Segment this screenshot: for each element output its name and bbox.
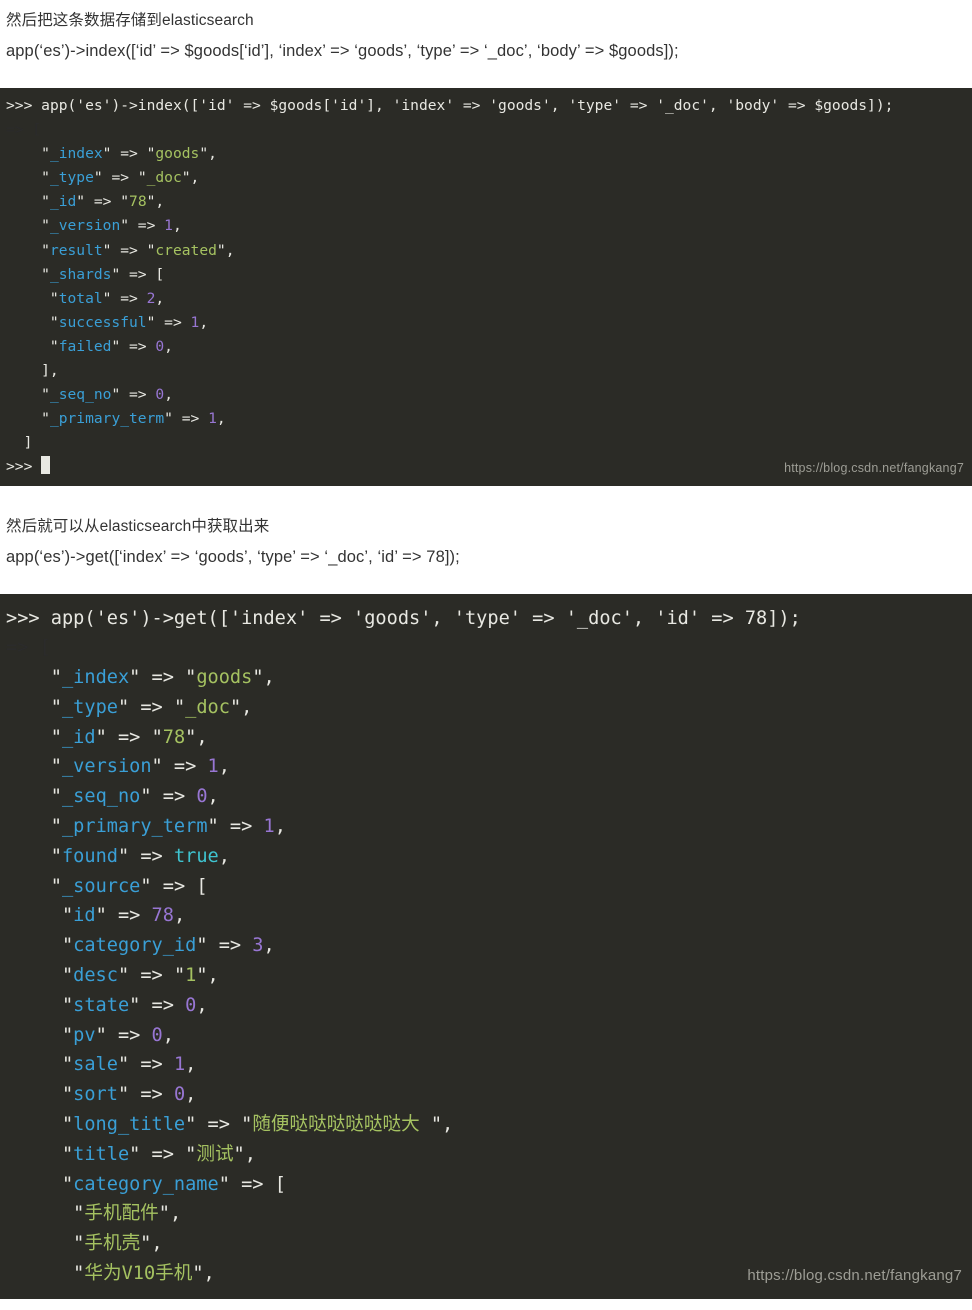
terminal-one-entries: "_index" => "goods", "_type" => "_doc", … (6, 142, 972, 431)
terminal-one-command-line: >>> app('es')->index(['id' => $goods['id… (6, 94, 972, 118)
terminal-two-result-open: => [ (6, 637, 51, 659)
terminal-two-entries: "_index" => "goods", "_type" => "_doc", … (6, 663, 972, 1289)
intro-code: app(‘es’)->index([‘id’ => $goods[‘id’], … (6, 42, 679, 60)
list-item: "手机壳", (6, 1233, 163, 1255)
terminal-two-command-line: >>> app('es')->get(['index' => 'goods', … (6, 604, 972, 634)
array-entry-line: "_id" => "78", (6, 726, 208, 748)
terminal-two-command: app('es')->get(['index' => 'goods', 'typ… (50, 607, 801, 629)
intro-note: 然后把这条数据存储到elasticsearch (6, 12, 254, 29)
cursor-space (32, 458, 41, 475)
array-entry-line: "total" => 2, (6, 289, 165, 307)
array-entry-line: "_primary_term" => 1, (6, 410, 226, 428)
terminal-one-result-open: => [ (6, 121, 42, 139)
array-entry-line: "category_name" => [ (6, 1173, 286, 1195)
array-entry-line: "_shards" => [ (6, 265, 165, 283)
terminal-one-code: >>> app('es')->index(['id' => $goods['id… (6, 94, 972, 480)
terminal-cursor (41, 456, 51, 475)
array-entry-line: "_type" => "_doc", (6, 169, 200, 187)
array-entry-line: "_seq_no" => 0, (6, 786, 219, 808)
array-entry-line: "_version" => 1, (6, 756, 230, 778)
array-entry-line: "_index" => "goods", (6, 667, 275, 689)
array-close-line: ], (6, 362, 59, 380)
array-entry-line: "_index" => "goods", (6, 145, 217, 163)
prompt-symbol: >>> (6, 97, 33, 114)
terminal-one-trailing-prompt-line: >>> (6, 455, 972, 479)
command-space (32, 97, 41, 114)
array-entry-line: "long_title" => "随便哒哒哒哒哒哒大 ", (6, 1114, 454, 1136)
list-item: "华为V10手机", (6, 1263, 215, 1285)
terminal-block-get[interactable]: >>> app('es')->get(['index' => 'goods', … (0, 593, 972, 1299)
array-entry-line: "found" => true, (6, 845, 230, 867)
array-entry-line: "_primary_term" => 1, (6, 816, 286, 838)
array-entry-line: "successful" => 1, (6, 313, 209, 331)
command-space (40, 608, 51, 629)
terminal-block-index[interactable]: >>> app('es')->index(['id' => $goods['id… (0, 88, 972, 486)
middle-note: 然后就可以从elasticsearch中获取出来 (6, 517, 270, 535)
array-entry-line: "sort" => 0, (6, 1084, 197, 1106)
array-entry-line: "_id" => "78", (6, 193, 165, 211)
trailing-prompt-symbol: >>> (6, 458, 33, 476)
list-item: "手机配件", (6, 1203, 182, 1225)
array-entry-line: "state" => 0, (6, 994, 208, 1016)
middle-section: 然后就可以从elasticsearch中获取出来 app(‘es’)->get(… (0, 512, 972, 572)
terminal-one-command: app('es')->index(['id' => $goods['id'], … (41, 97, 894, 114)
array-entry-line: "result" => "created", (6, 241, 235, 259)
array-entry-line: "_type" => "_doc", (6, 696, 253, 718)
terminal-one-result-close: ] (6, 434, 33, 452)
array-entry-line: "sale" => 1, (6, 1054, 197, 1076)
array-entry-line: "_seq_no" => 0, (6, 386, 173, 404)
terminal-two-code: >>> app('es')->get(['index' => 'goods', … (6, 604, 972, 1289)
intro-section: 然后把这条数据存储到elasticsearch app(‘es’)->index… (0, 0, 972, 66)
middle-code: app(‘es’)->get([‘index’ => ‘goods’, ‘typ… (6, 547, 460, 566)
array-entry-line: "_version" => 1, (6, 217, 182, 235)
array-entry-line: "title" => "测试", (6, 1143, 256, 1165)
array-entry-line: "id" => 78, (6, 905, 186, 927)
prompt-symbol: >>> (6, 607, 40, 629)
array-entry-line: "pv" => 0, (6, 1024, 174, 1046)
array-entry-line: "failed" => 0, (6, 337, 173, 355)
array-entry-line: "_source" => [ (6, 875, 208, 897)
array-entry-line: "category_id" => 3, (6, 935, 275, 957)
array-entry-line: "desc" => "1", (6, 965, 219, 987)
